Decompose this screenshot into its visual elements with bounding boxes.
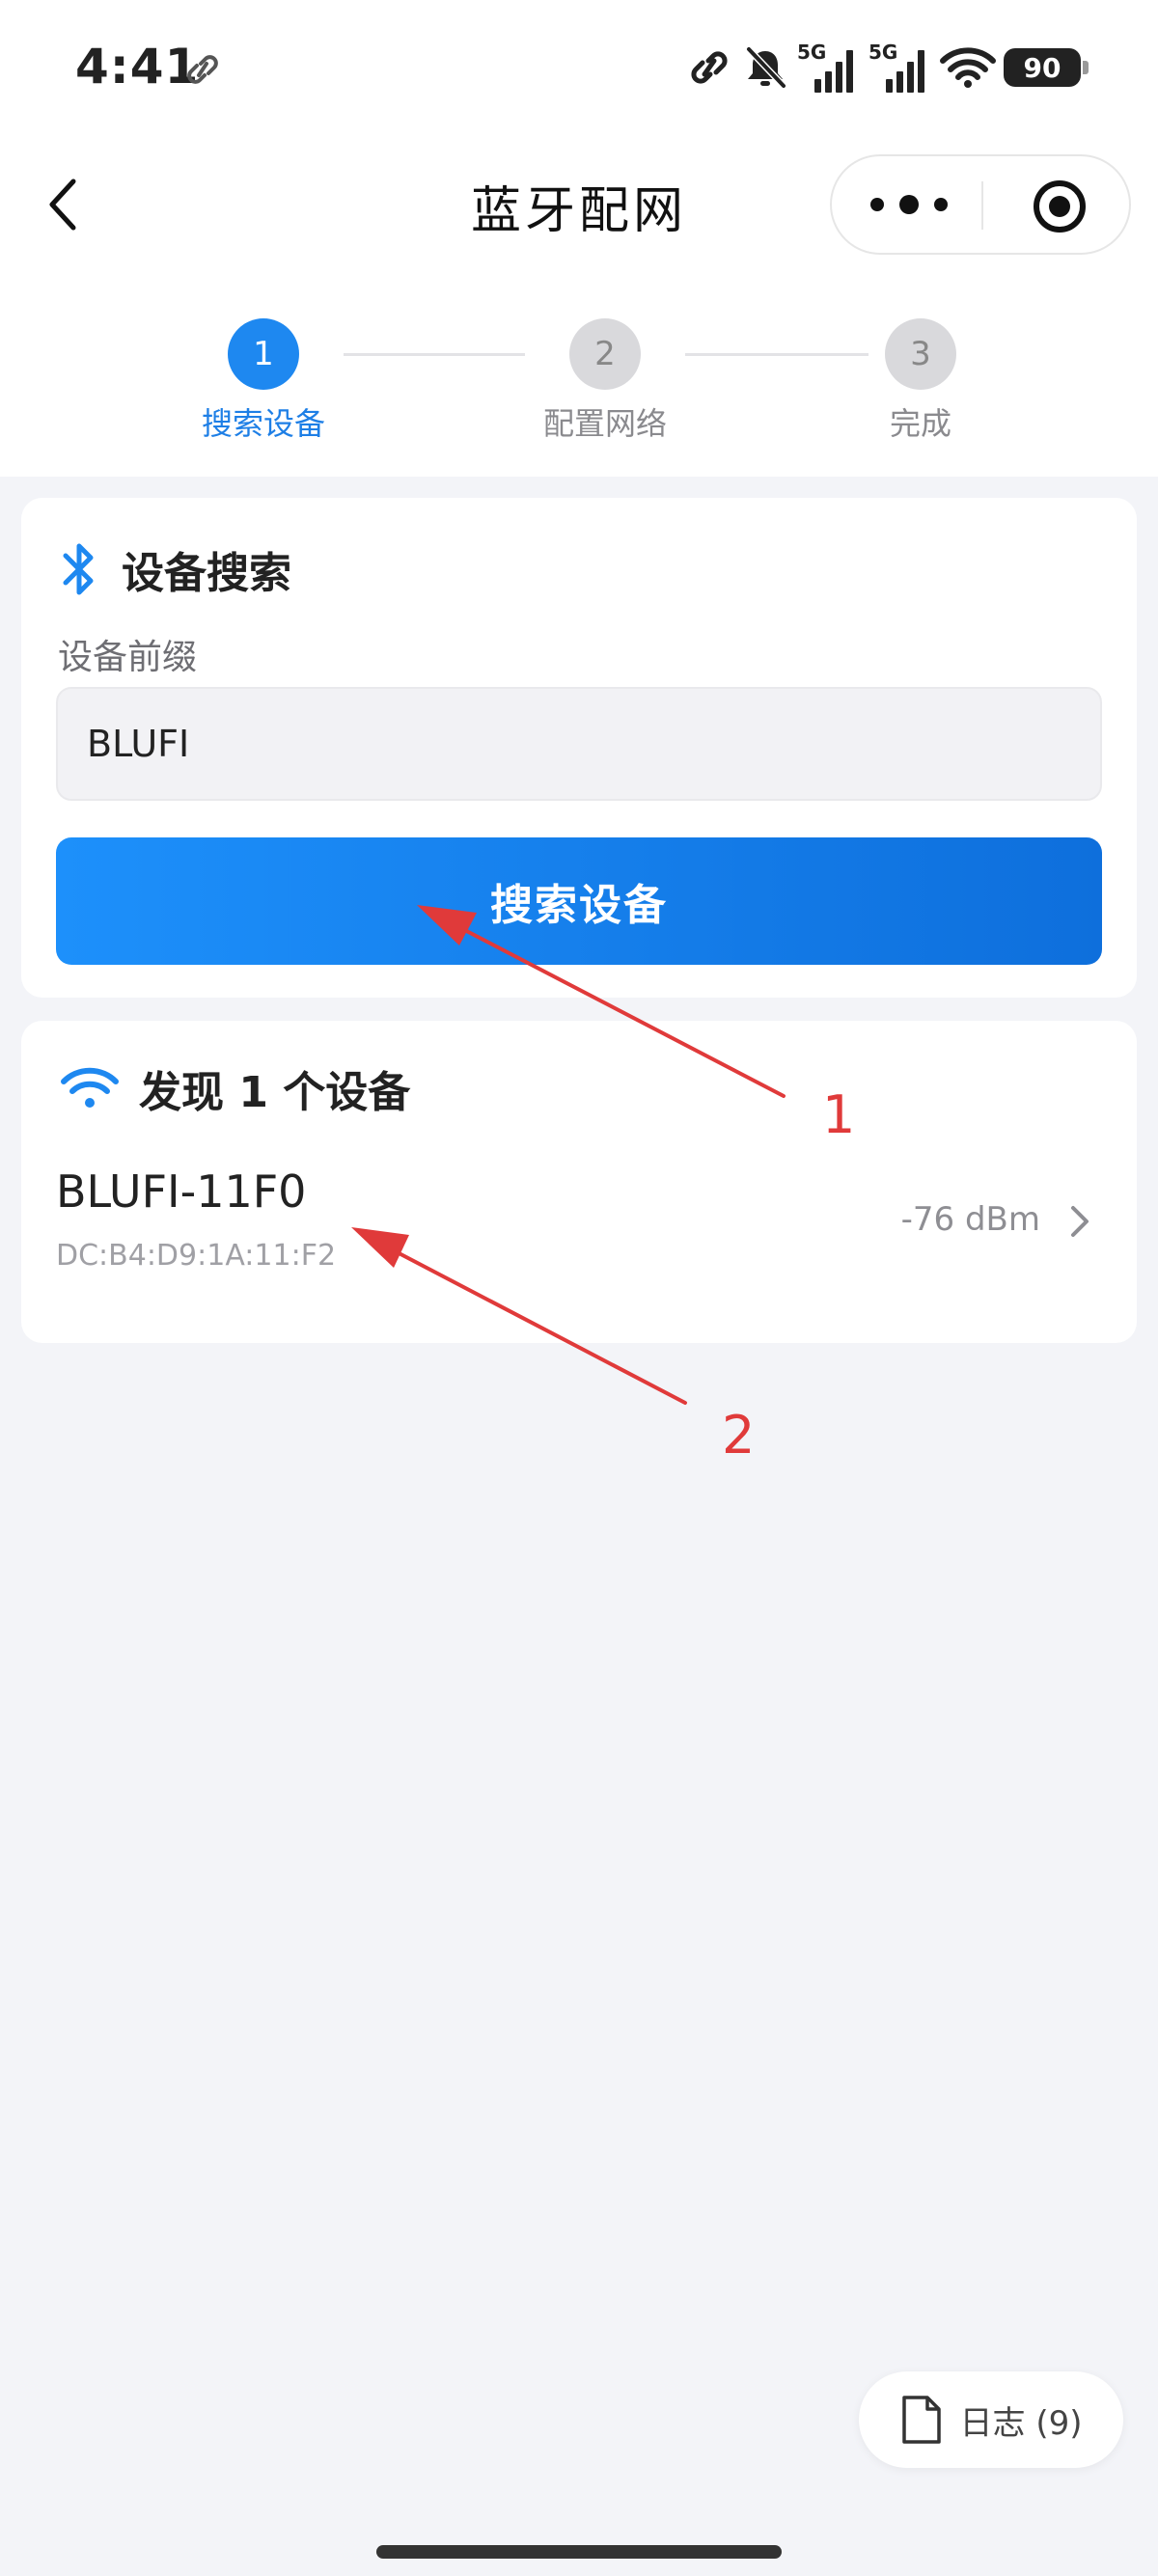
chevron-right-icon: [1071, 1206, 1089, 1237]
link-icon: [691, 51, 728, 84]
close-target-icon[interactable]: [1031, 178, 1089, 235]
home-indicator[interactable]: [376, 2545, 782, 2559]
more-button[interactable]: [870, 185, 948, 224]
capsule-divider: [981, 181, 983, 230]
annotation-number-2: 2: [722, 1405, 756, 1466]
log-button-label: 日志 (9): [959, 2403, 1083, 2443]
step-2-circle: 2: [569, 318, 641, 390]
more-dot-icon: [899, 195, 919, 214]
bell-muted-icon: [746, 46, 786, 89]
device-list-item[interactable]: BLUFI-11F0 DC:B4:D9:1A:11:F2 -76 dBm: [21, 1158, 1137, 1322]
step-3-circle: 3: [885, 318, 956, 390]
more-dot-icon: [870, 198, 884, 211]
battery-indicator: 90: [1004, 48, 1089, 87]
device-rssi: -76 dBm: [900, 1200, 1040, 1239]
device-search-card: 设备搜索 设备前缀 搜索设备: [21, 498, 1137, 998]
card-header: 发现 1 个设备: [60, 1055, 410, 1121]
step-3-label: 完成: [889, 405, 951, 442]
cellular-signal-1: 5G: [797, 41, 861, 95]
card-header: 设备搜索: [60, 536, 291, 602]
step-connector: [344, 353, 525, 356]
link-icon: [187, 55, 218, 84]
more-dot-icon: [934, 198, 948, 211]
signal-bars-icon: [886, 50, 924, 93]
search-devices-button[interactable]: 搜索设备: [56, 837, 1102, 965]
wifi-status-icon: [940, 47, 996, 88]
bluetooth-icon: [63, 543, 94, 595]
step-1-circle: 1: [228, 318, 299, 390]
step-2-label: 配置网络: [542, 405, 667, 442]
status-icons: 5G 5G 90: [685, 39, 1089, 96]
step-connector: [685, 353, 868, 356]
device-mac: DC:B4:D9:1A:11:F2: [56, 1239, 337, 1273]
signal-bars-icon: [814, 50, 853, 93]
wifi-icon: [61, 1067, 119, 1108]
found-devices-card: 发现 1 个设备 BLUFI-11F0 DC:B4:D9:1A:11:F2 -7…: [21, 1021, 1137, 1343]
mini-program-capsule: [830, 154, 1131, 255]
search-card-title: 设备搜索: [122, 549, 291, 598]
found-card-title: 发现 1 个设备: [139, 1068, 411, 1117]
device-name: BLUFI-11F0: [56, 1165, 307, 1218]
step-1-label: 搜索设备: [201, 405, 325, 442]
status-bar: 4:41 5G 5G 90: [0, 0, 1158, 145]
prefix-label: 设备前缀: [58, 638, 198, 677]
header-area: 4:41 5G 5G 90 蓝牙配网 1 搜索设备 2 配置网络 3 完成: [0, 0, 1158, 477]
cellular-signal-2: 5G: [868, 41, 932, 95]
document-icon: [901, 2396, 941, 2444]
page: 4:41 5G 5G 90 蓝牙配网 1 搜索设备 2 配置网络 3 完成 设备…: [0, 0, 1158, 2576]
annotation-number-1: 1: [822, 1084, 856, 1145]
progress-stepper: 1 搜索设备 2 配置网络 3 完成: [0, 318, 1158, 444]
prefix-input[interactable]: [56, 687, 1102, 801]
log-button[interactable]: 日志 (9): [859, 2371, 1123, 2468]
